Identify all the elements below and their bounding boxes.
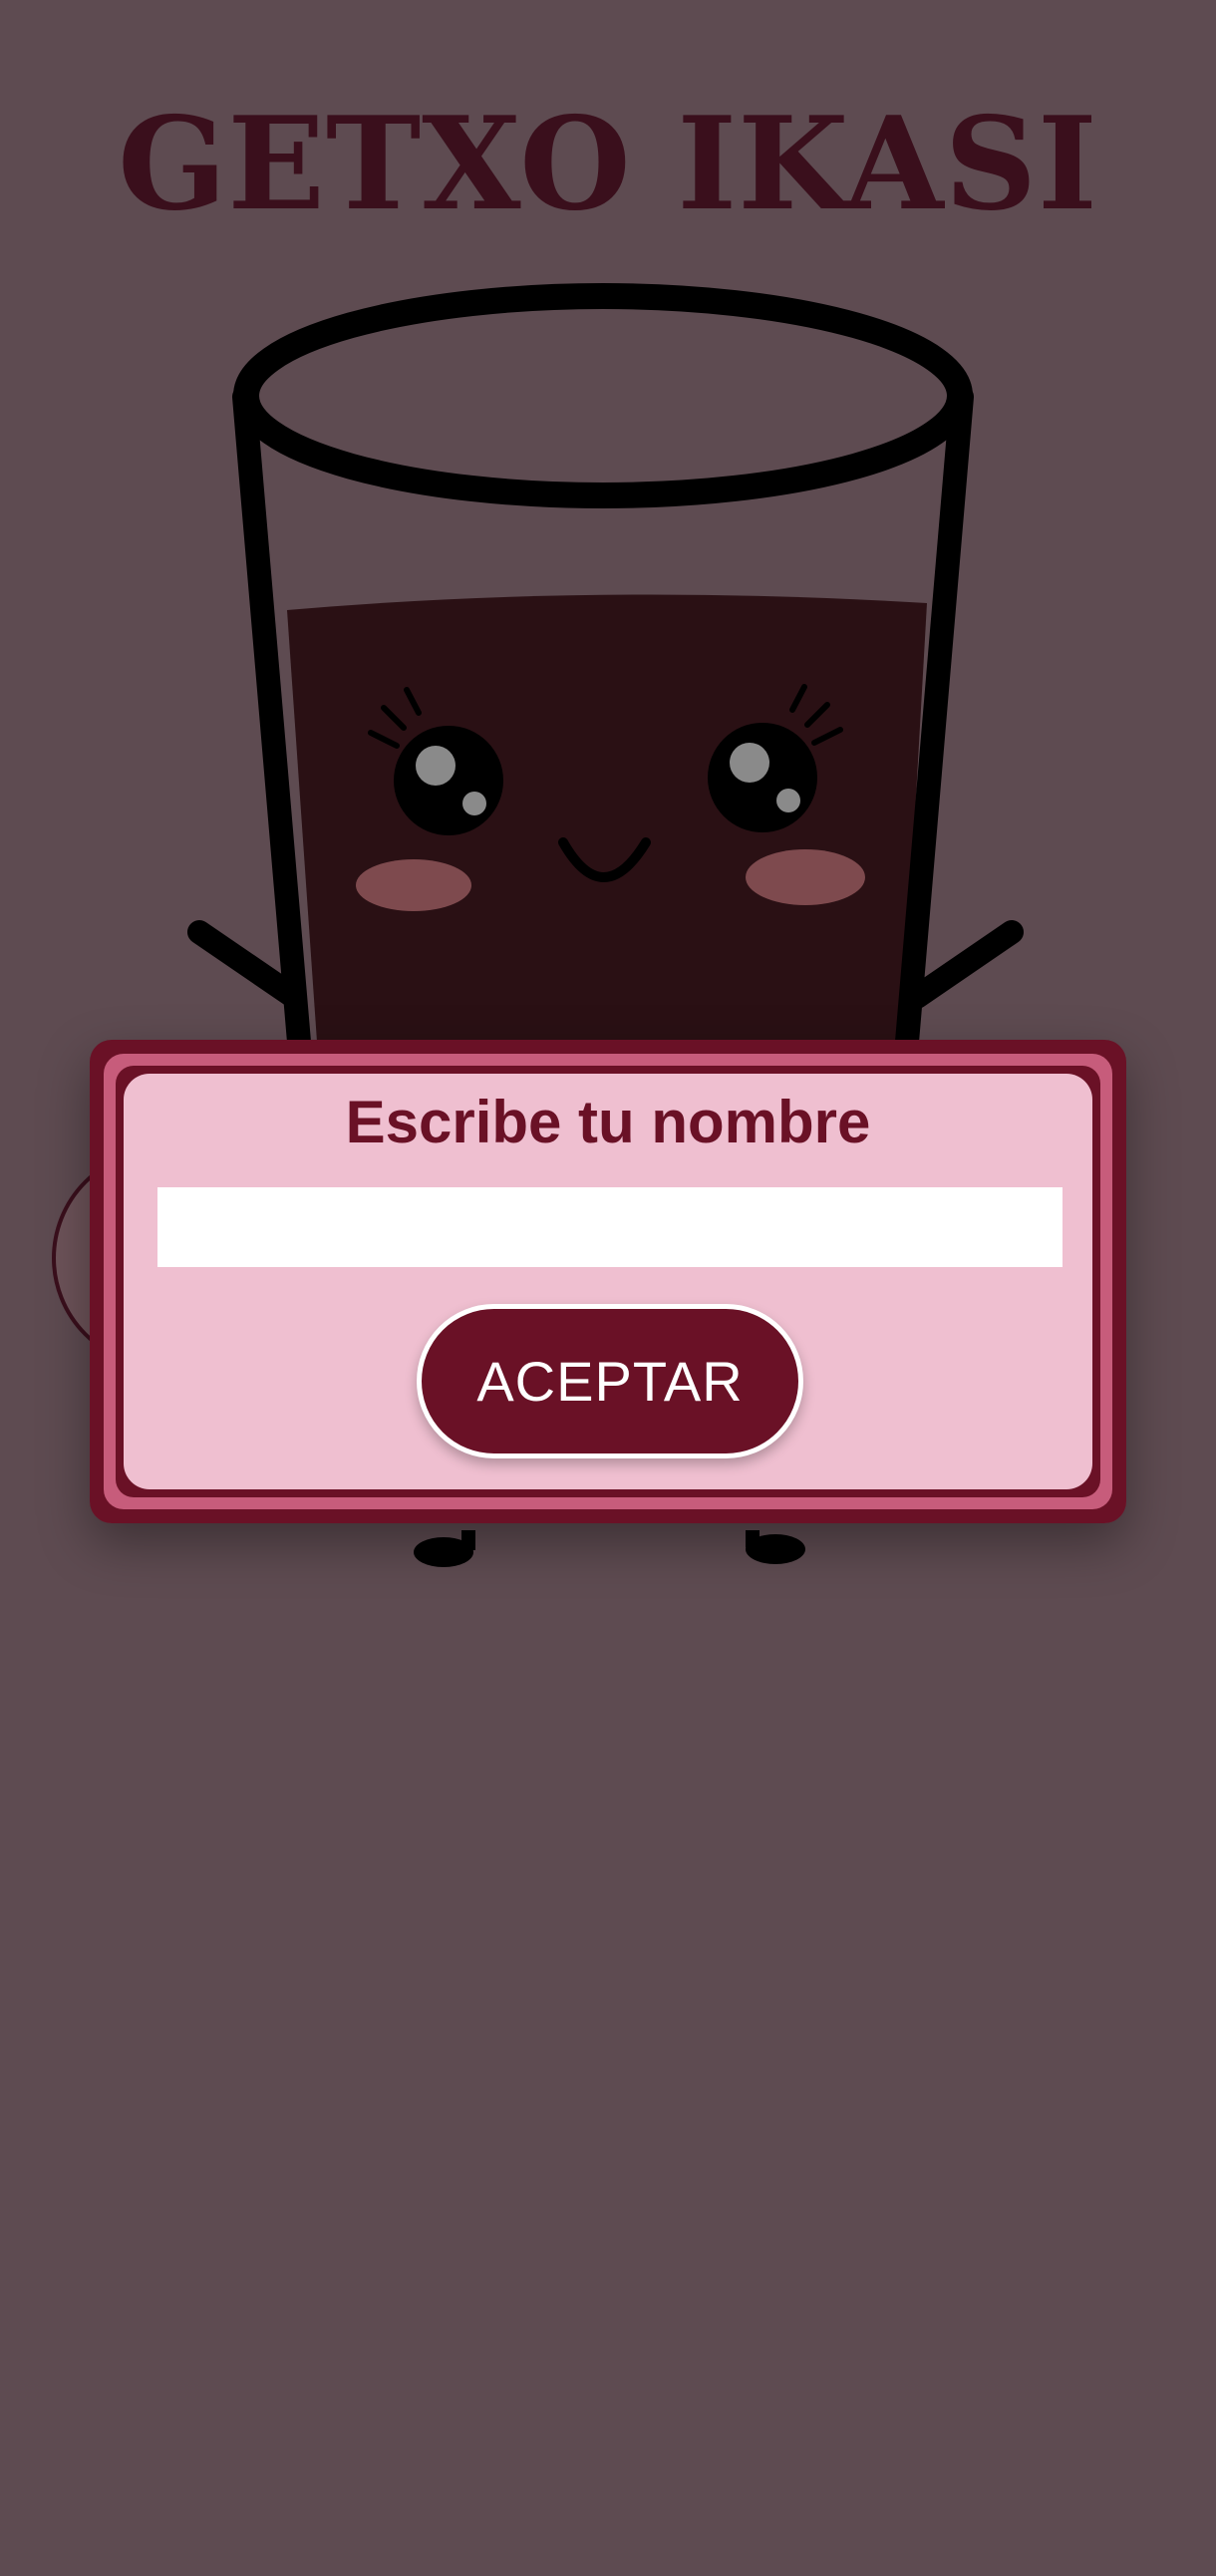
accept-button[interactable]: ACEPTAR bbox=[417, 1304, 803, 1458]
dialog-title: Escribe tu nombre bbox=[345, 1089, 871, 1155]
name-dialog: Escribe tu nombre ACEPTAR bbox=[90, 1040, 1126, 1523]
dialog-inner-border: Escribe tu nombre ACEPTAR bbox=[116, 1066, 1100, 1497]
dialog-panel: Escribe tu nombre ACEPTAR bbox=[124, 1074, 1092, 1489]
dialog-frame-band: Escribe tu nombre ACEPTAR bbox=[104, 1054, 1112, 1509]
name-input[interactable] bbox=[157, 1187, 1063, 1267]
